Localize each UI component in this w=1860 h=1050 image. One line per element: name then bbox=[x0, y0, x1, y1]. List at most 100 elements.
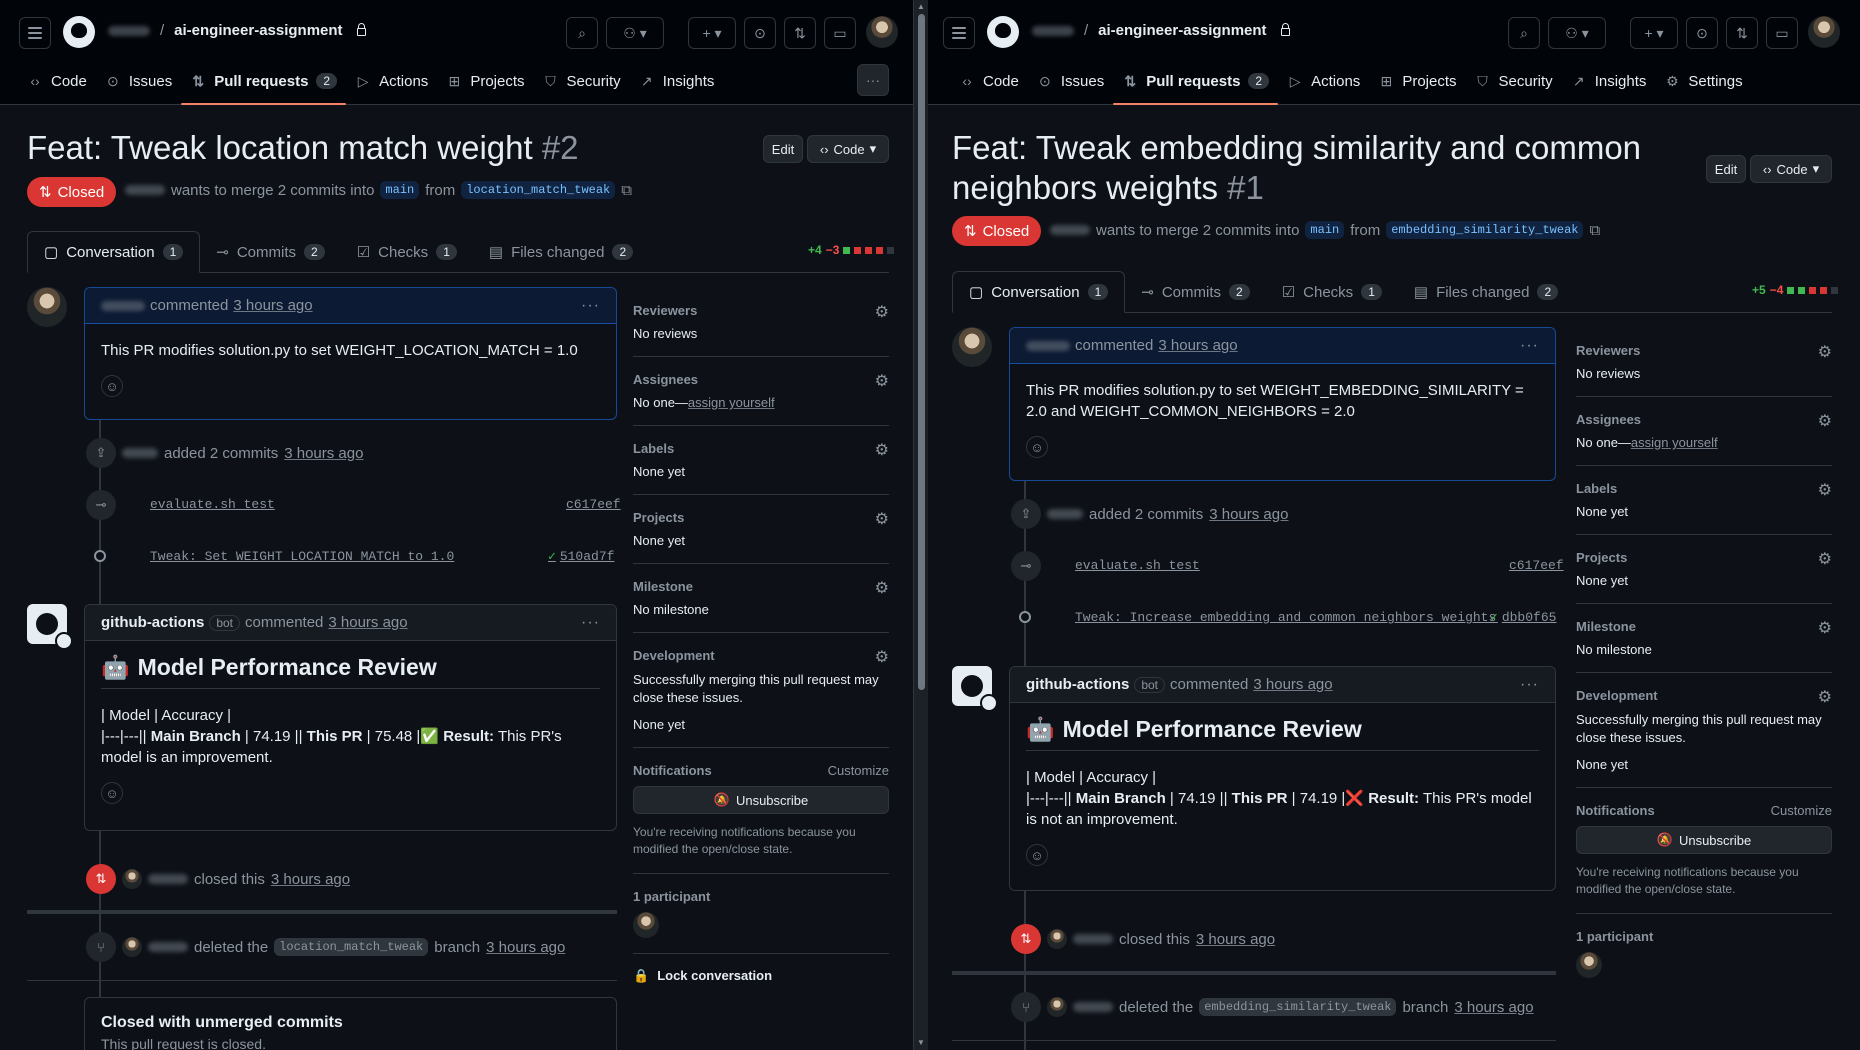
kebab-icon[interactable]: ··· bbox=[1520, 676, 1539, 694]
commit-sha[interactable]: dbb0f65 bbox=[1502, 610, 1557, 625]
tab-code[interactable]: ‹› Code bbox=[18, 64, 96, 98]
comment-time[interactable]: 3 hours ago bbox=[328, 614, 407, 631]
gear-icon[interactable]: ⚙ bbox=[1818, 342, 1832, 362]
scrollbar-thumb[interactable] bbox=[918, 14, 925, 690]
owner-name[interactable] bbox=[108, 25, 150, 36]
commit-sha-verified[interactable]: ✓ dbb0f65 bbox=[1490, 610, 1556, 625]
commit-message[interactable]: Tweak: Set WEIGHT_LOCATION_MATCH to 1.0 bbox=[150, 549, 454, 564]
gear-icon[interactable]: ⚙ bbox=[1818, 411, 1832, 431]
github-actions-avatar[interactable] bbox=[952, 666, 998, 712]
copy-icon[interactable]: ⧉ bbox=[1589, 222, 1600, 239]
commit-sha[interactable]: c617eef bbox=[566, 497, 621, 512]
author-name[interactable] bbox=[125, 185, 165, 195]
comment-time[interactable]: 3 hours ago bbox=[233, 297, 312, 314]
event-time[interactable]: 3 hours ago bbox=[486, 939, 565, 956]
head-branch[interactable]: location_match_tweak bbox=[461, 181, 616, 199]
commit-message[interactable]: evaluate.sh test bbox=[150, 497, 275, 512]
event-time[interactable]: 3 hours ago bbox=[1454, 999, 1533, 1016]
lock-conversation-link[interactable]: 🔒 Lock conversation bbox=[633, 954, 889, 984]
assign-yourself-link[interactable]: assign yourself bbox=[688, 395, 775, 410]
tab-actions[interactable]: ▷ Actions bbox=[1278, 64, 1369, 98]
commit-sha[interactable]: 510ad7f bbox=[560, 549, 615, 564]
gear-icon[interactable]: ⚙ bbox=[875, 371, 889, 391]
tab-actions[interactable]: ▷ Actions bbox=[346, 64, 437, 98]
author-name[interactable] bbox=[1050, 225, 1090, 235]
base-branch[interactable]: main bbox=[1305, 221, 1345, 239]
menu-button[interactable] bbox=[19, 17, 51, 49]
tab-insights[interactable]: ↗ Insights bbox=[1562, 64, 1656, 98]
create-new-button[interactable]: + ▾ bbox=[688, 17, 736, 49]
tab-code[interactable]: ‹› Code bbox=[950, 64, 1028, 98]
participant-avatar[interactable] bbox=[633, 912, 659, 938]
tab-issues[interactable]: ⊙ Issues bbox=[1028, 64, 1113, 98]
gear-icon[interactable]: ⚙ bbox=[875, 440, 889, 460]
gear-icon[interactable]: ⚙ bbox=[875, 578, 889, 598]
commenter-avatar[interactable] bbox=[952, 327, 992, 367]
assign-yourself-link[interactable]: assign yourself bbox=[1631, 435, 1718, 450]
tab-commits[interactable]: ⊸ Commits 2 bbox=[200, 231, 340, 273]
tab-files-changed[interactable]: ▤ Files changed 2 bbox=[1398, 271, 1574, 313]
github-logo-icon[interactable] bbox=[63, 16, 95, 48]
tab-projects[interactable]: ⊞ Projects bbox=[437, 64, 533, 98]
event-user[interactable] bbox=[148, 942, 188, 952]
tab-conversation[interactable]: ▢ Conversation 1 bbox=[27, 231, 201, 273]
event-user[interactable] bbox=[148, 874, 188, 884]
inbox-button[interactable]: ▭ bbox=[824, 17, 856, 49]
actor-avatar[interactable] bbox=[122, 869, 142, 889]
event-time[interactable]: 3 hours ago bbox=[1196, 931, 1275, 948]
comment-time[interactable]: 3 hours ago bbox=[1253, 676, 1332, 693]
event-user[interactable] bbox=[1073, 934, 1113, 944]
copilot-button[interactable]: ⚇ ▾ bbox=[606, 17, 664, 49]
issues-button[interactable]: ⊙ bbox=[744, 17, 776, 49]
customize-link[interactable]: Customize bbox=[1771, 803, 1832, 818]
event-user[interactable] bbox=[1047, 509, 1083, 519]
user-avatar[interactable] bbox=[1808, 16, 1840, 48]
event-user[interactable] bbox=[1073, 1002, 1113, 1012]
head-branch[interactable]: embedding_similarity_tweak bbox=[1386, 221, 1584, 239]
search-button[interactable]: ⌕ bbox=[1508, 17, 1540, 49]
event-user[interactable] bbox=[122, 448, 158, 458]
participant-avatar[interactable] bbox=[1576, 952, 1602, 978]
tab-commits[interactable]: ⊸ Commits 2 bbox=[1125, 271, 1265, 313]
github-logo-icon[interactable] bbox=[987, 16, 1019, 48]
owner-name[interactable] bbox=[1032, 25, 1074, 36]
inbox-button[interactable]: ▭ bbox=[1766, 17, 1798, 49]
comment-time[interactable]: 3 hours ago bbox=[1158, 337, 1237, 354]
commit-sha[interactable]: c617eef bbox=[1509, 558, 1564, 573]
tab-security[interactable]: ⛉ Security bbox=[1466, 64, 1562, 98]
tab-projects[interactable]: ⊞ Projects bbox=[1369, 64, 1465, 98]
kebab-icon[interactable]: ··· bbox=[581, 297, 600, 315]
scroll-up-icon[interactable]: ▲ bbox=[917, 2, 925, 11]
tab-pull-requests[interactable]: ⇅ Pull requests 2 bbox=[181, 64, 347, 105]
smiley-icon[interactable]: ☺ bbox=[101, 375, 123, 397]
pull-requests-button[interactable]: ⇅ bbox=[1726, 17, 1758, 49]
tab-settings[interactable]: ⚙ Settings bbox=[1655, 64, 1751, 98]
unsubscribe-button[interactable]: 🔕 Unsubscribe bbox=[1576, 826, 1832, 854]
kebab-icon[interactable]: ··· bbox=[1520, 337, 1539, 355]
actor-avatar[interactable] bbox=[122, 937, 142, 957]
tab-insights[interactable]: ↗ Insights bbox=[630, 64, 724, 98]
event-time[interactable]: 3 hours ago bbox=[271, 871, 350, 888]
comment-author[interactable] bbox=[101, 300, 145, 311]
gear-icon[interactable]: ⚙ bbox=[875, 509, 889, 529]
smiley-icon[interactable]: ☺ bbox=[1026, 436, 1048, 458]
commit-message[interactable]: evaluate.sh test bbox=[1075, 558, 1200, 573]
comment-author[interactable] bbox=[1026, 340, 1070, 351]
smiley-icon[interactable]: ☺ bbox=[101, 782, 123, 804]
gear-icon[interactable]: ⚙ bbox=[1818, 549, 1832, 569]
pane-scrollbar[interactable]: ▲ ▼ bbox=[913, 0, 928, 1050]
event-time[interactable]: 3 hours ago bbox=[284, 445, 363, 462]
create-new-button[interactable]: + ▾ bbox=[1630, 17, 1678, 49]
menu-button[interactable] bbox=[943, 17, 975, 49]
pull-requests-button[interactable]: ⇅ bbox=[784, 17, 816, 49]
customize-link[interactable]: Customize bbox=[828, 763, 889, 778]
code-button[interactable]: ‹› Code ▾ bbox=[807, 135, 889, 163]
event-time[interactable]: 3 hours ago bbox=[1209, 506, 1288, 523]
unsubscribe-button[interactable]: 🔕 Unsubscribe bbox=[633, 786, 889, 814]
tab-files-changed[interactable]: ▤ Files changed 2 bbox=[473, 231, 649, 273]
user-avatar[interactable] bbox=[866, 16, 898, 48]
repo-name[interactable]: ai-engineer-assignment bbox=[174, 22, 342, 39]
copilot-button[interactable]: ⚇ ▾ bbox=[1548, 17, 1606, 49]
tab-pull-requests[interactable]: ⇅ Pull requests 2 bbox=[1113, 64, 1279, 105]
tab-checks[interactable]: ☑ Checks 1 bbox=[1266, 271, 1398, 313]
